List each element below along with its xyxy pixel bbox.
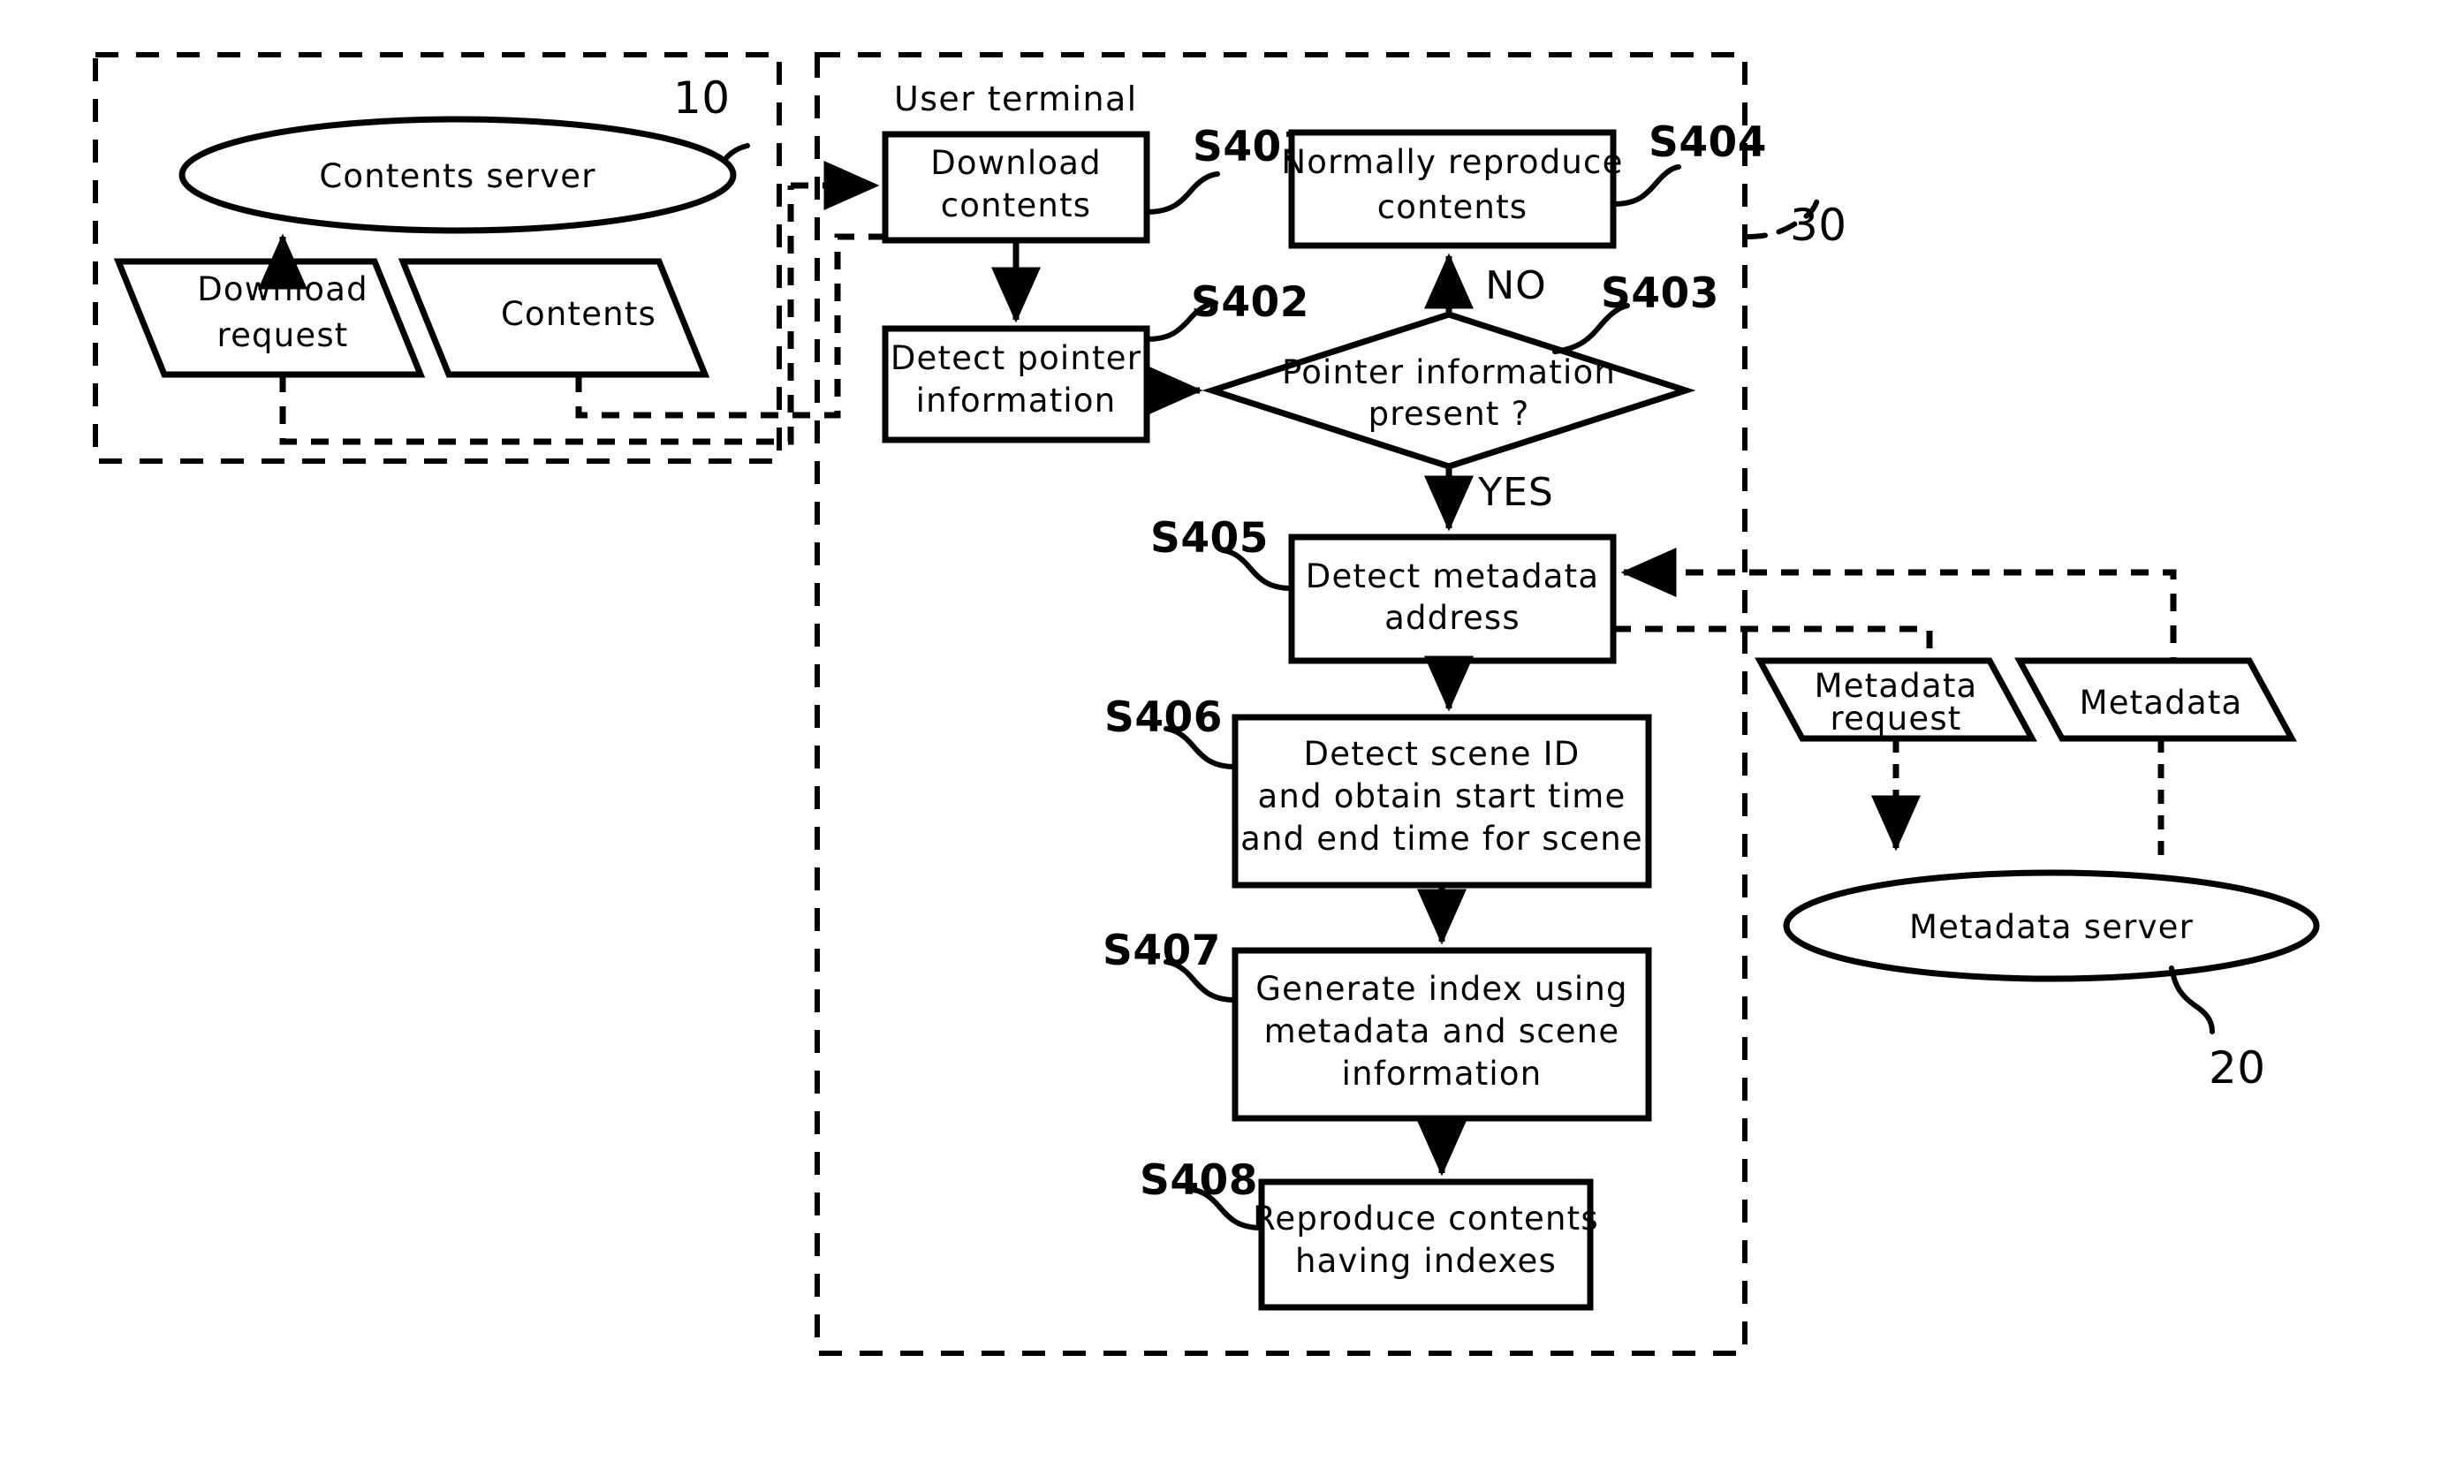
step-s401-leader — [1144, 171, 1220, 215]
patent-flow-diagram: 10 Contents server Download request Cont… — [93, 52, 2320, 1356]
download-request-label-line1: Download — [197, 270, 368, 308]
step-s408-ref: S408 — [1140, 1156, 1258, 1205]
step-s405-line1: Detect metadata — [1306, 557, 1599, 595]
step-s406-line1: Detect scene ID — [1304, 735, 1581, 773]
step-s407-ref: S407 — [1103, 927, 1221, 975]
figure-canvas: 10 Contents server Download request Cont… — [0, 0, 2464, 1484]
ref-label-10: 10 — [673, 72, 731, 124]
step-s408-line1: Reproduce contents — [1253, 1200, 1599, 1238]
metadata-server-label: Metadata server — [1909, 908, 2194, 946]
step-s403-line2: present ? — [1368, 395, 1530, 433]
step-s404-line1: Normally reproduce — [1281, 143, 1623, 181]
branch-label-no: NO — [1485, 263, 1547, 308]
step-s404-line2: contents — [1377, 188, 1528, 226]
metadata-label: Metadata — [2080, 684, 2243, 722]
user-terminal-label: User terminal — [894, 80, 1138, 118]
step-s408-line2: having indexes — [1295, 1242, 1557, 1280]
step-s402-line2: information — [916, 382, 1117, 420]
step-s406-ref: S406 — [1104, 693, 1223, 742]
ref-20-leader — [2169, 965, 2215, 1034]
step-s402-line1: Detect pointer — [891, 339, 1141, 377]
step-s401-line2: contents — [941, 186, 1092, 224]
step-s404-ref: S404 — [1649, 118, 1767, 167]
ref-label-30: 30 — [1790, 200, 1847, 251]
download-request-label-line2: request — [216, 316, 348, 354]
step-s406-line2: and obtain start time — [1258, 777, 1626, 815]
step-s407-line1: Generate index using — [1255, 970, 1628, 1008]
contents-label: Contents — [501, 295, 656, 333]
step-s407-line3: information — [1342, 1055, 1543, 1093]
contents-server-label: Contents server — [319, 157, 595, 195]
step-s401-line1: Download — [930, 144, 1102, 182]
step-s405-line2: address — [1384, 599, 1520, 637]
metadata-request-line2: request — [1830, 700, 1961, 738]
user-terminal-group-box — [815, 52, 1748, 1356]
step-s403-ref: S403 — [1601, 269, 1719, 318]
step-s406-line3: and end time for scene — [1240, 820, 1643, 858]
step-s407-line2: metadata and scene — [1264, 1012, 1620, 1050]
step-s402-ref: S402 — [1191, 278, 1309, 327]
step-s405-ref: S405 — [1150, 514, 1269, 563]
ref-label-20: 20 — [2209, 1042, 2266, 1094]
branch-label-yes: YES — [1477, 470, 1554, 515]
step-s403-line1: Pointer information — [1282, 353, 1616, 391]
